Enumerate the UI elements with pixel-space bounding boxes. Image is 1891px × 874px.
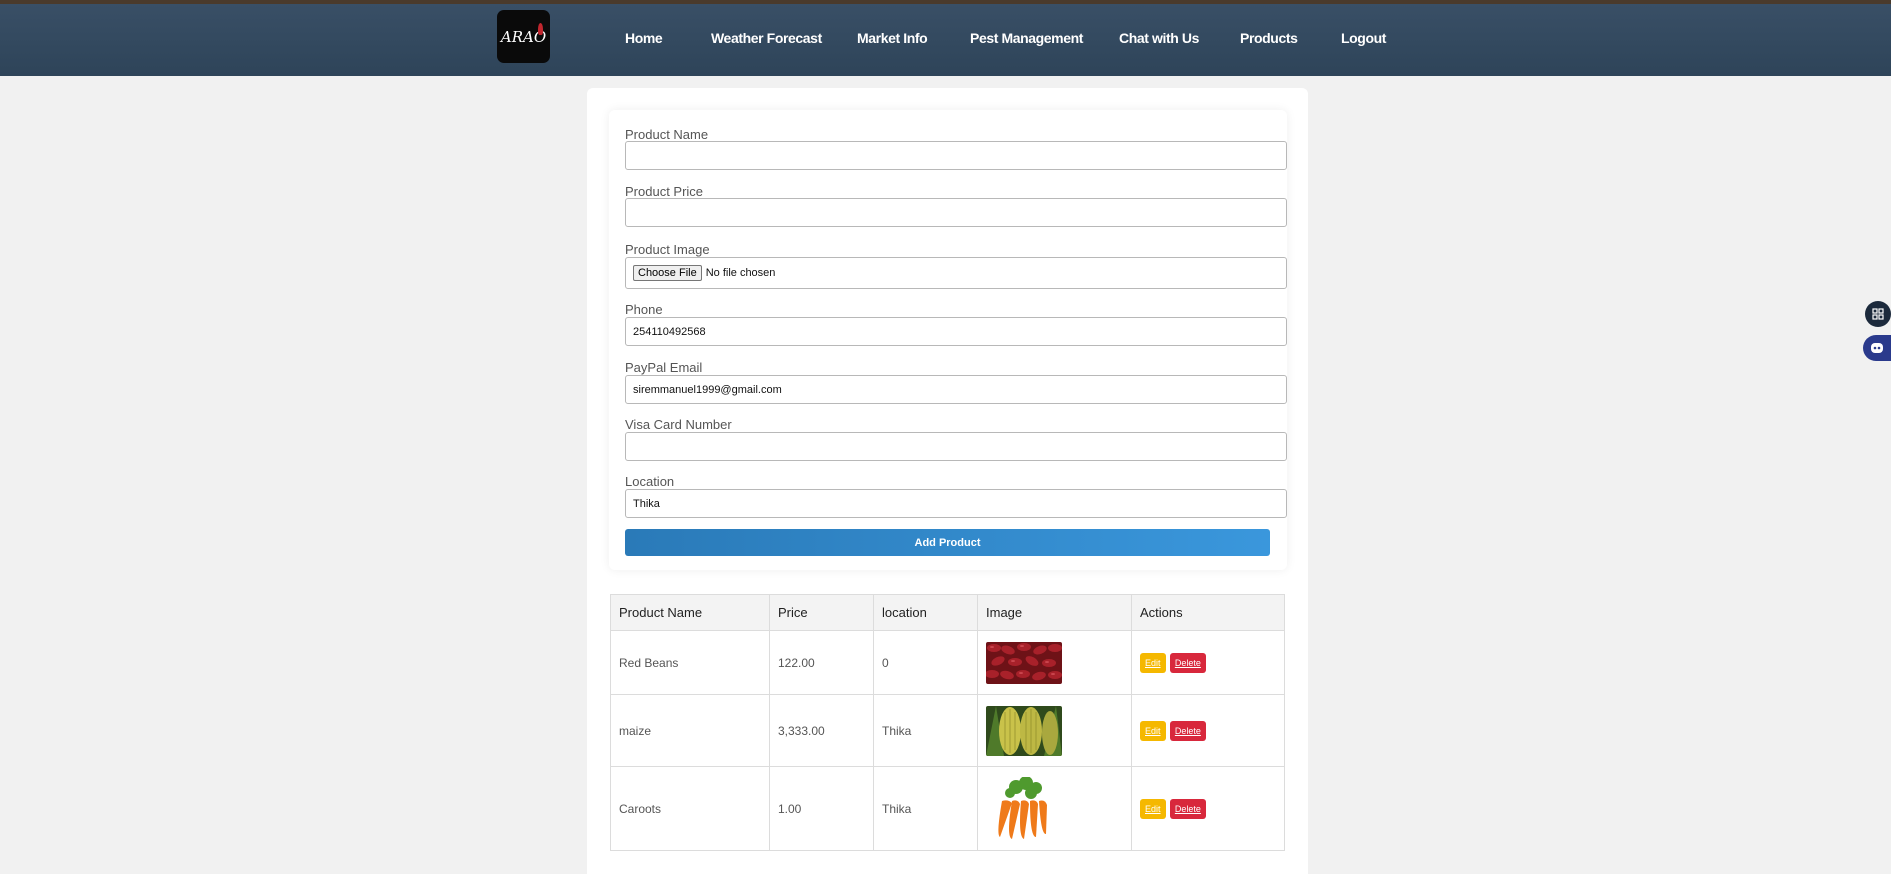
header-image: Image [977, 594, 1132, 631]
file-status: No file chosen [705, 267, 776, 279]
grid-apps-icon[interactable] [1865, 301, 1891, 327]
cell-location: Thika [873, 694, 978, 767]
nav-pest-management[interactable]: Pest Management [970, 30, 1083, 46]
cell-actions: Edit Delete [1131, 694, 1285, 767]
carrots-image [986, 776, 1062, 841]
paypal-email-label: PayPal Email [625, 360, 703, 375]
cell-image [977, 766, 1132, 851]
product-image-input[interactable]: Choose File No file chosen [625, 257, 1287, 289]
nav-chat-with-us[interactable]: Chat with Us [1119, 30, 1199, 46]
cell-product-name: maize [610, 694, 770, 767]
visa-card-label: Visa Card Number [625, 417, 732, 432]
cell-price: 122.00 [769, 630, 874, 695]
product-name-input[interactable] [625, 141, 1287, 170]
cell-price: 3,333.00 [769, 694, 874, 767]
header-product-name: Product Name [610, 594, 770, 631]
nav-market-info[interactable]: Market Info [857, 30, 928, 46]
delete-button[interactable]: Delete [1169, 652, 1206, 673]
nav-logout[interactable]: Logout [1341, 30, 1386, 46]
brand-logo[interactable]: ARAO [497, 10, 550, 63]
cell-product-name: Caroots [610, 766, 770, 851]
visa-card-input[interactable] [625, 432, 1287, 461]
top-navbar [0, 0, 1891, 76]
maize-image [986, 705, 1062, 756]
nav-weather-forecast[interactable]: Weather Forecast [711, 30, 822, 46]
cell-location: 0 [873, 630, 978, 695]
flame-icon [538, 23, 543, 35]
location-input[interactable]: Thika [625, 489, 1287, 518]
cell-product-name: Red Beans [610, 630, 770, 695]
nav-home[interactable]: Home [625, 30, 663, 46]
product-name-label: Product Name [625, 127, 709, 142]
cell-price: 1.00 [769, 766, 874, 851]
product-price-label: Product Price [625, 184, 704, 199]
nav-products[interactable]: Products [1240, 30, 1298, 46]
edit-button[interactable]: Edit [1140, 798, 1166, 819]
products-table: Product Name Price location Image Action… [610, 594, 1285, 851]
assistant-bot-icon[interactable] [1863, 335, 1891, 361]
cell-actions: Edit Delete [1131, 630, 1285, 695]
phone-input[interactable]: 254110492568 [625, 317, 1287, 346]
table-row: maize 3,333.00 Thika Edit Delete [610, 694, 1285, 767]
header-price: Price [769, 594, 874, 631]
edit-button[interactable]: Edit [1140, 720, 1166, 741]
table-row: Caroots 1.00 Thika Edit Delete [610, 766, 1285, 851]
table-row: Red Beans 122.00 0 Edit Delete [610, 630, 1285, 695]
cell-image [977, 694, 1132, 767]
cell-location: Thika [873, 766, 978, 851]
edit-button[interactable]: Edit [1140, 652, 1166, 673]
choose-file-button[interactable]: Choose File [633, 265, 702, 281]
paypal-email-input[interactable]: siremmanuel1999@gmail.com [625, 375, 1287, 404]
location-label: Location [625, 474, 675, 489]
product-price-input[interactable] [625, 198, 1287, 227]
apps-grid-glyph [1872, 308, 1884, 320]
phone-label: Phone [625, 302, 663, 317]
table-header-row: Product Name Price location Image Action… [610, 594, 1285, 631]
add-product-button[interactable]: Add Product [625, 529, 1270, 556]
cell-actions: Edit Delete [1131, 766, 1285, 851]
header-location: location [873, 594, 978, 631]
red-beans-image [986, 641, 1062, 684]
header-actions: Actions [1131, 594, 1285, 631]
product-image-label: Product Image [625, 242, 710, 257]
bot-glyph [1871, 343, 1883, 353]
delete-button[interactable]: Delete [1169, 720, 1206, 741]
delete-button[interactable]: Delete [1169, 798, 1206, 819]
cell-image [977, 630, 1132, 695]
